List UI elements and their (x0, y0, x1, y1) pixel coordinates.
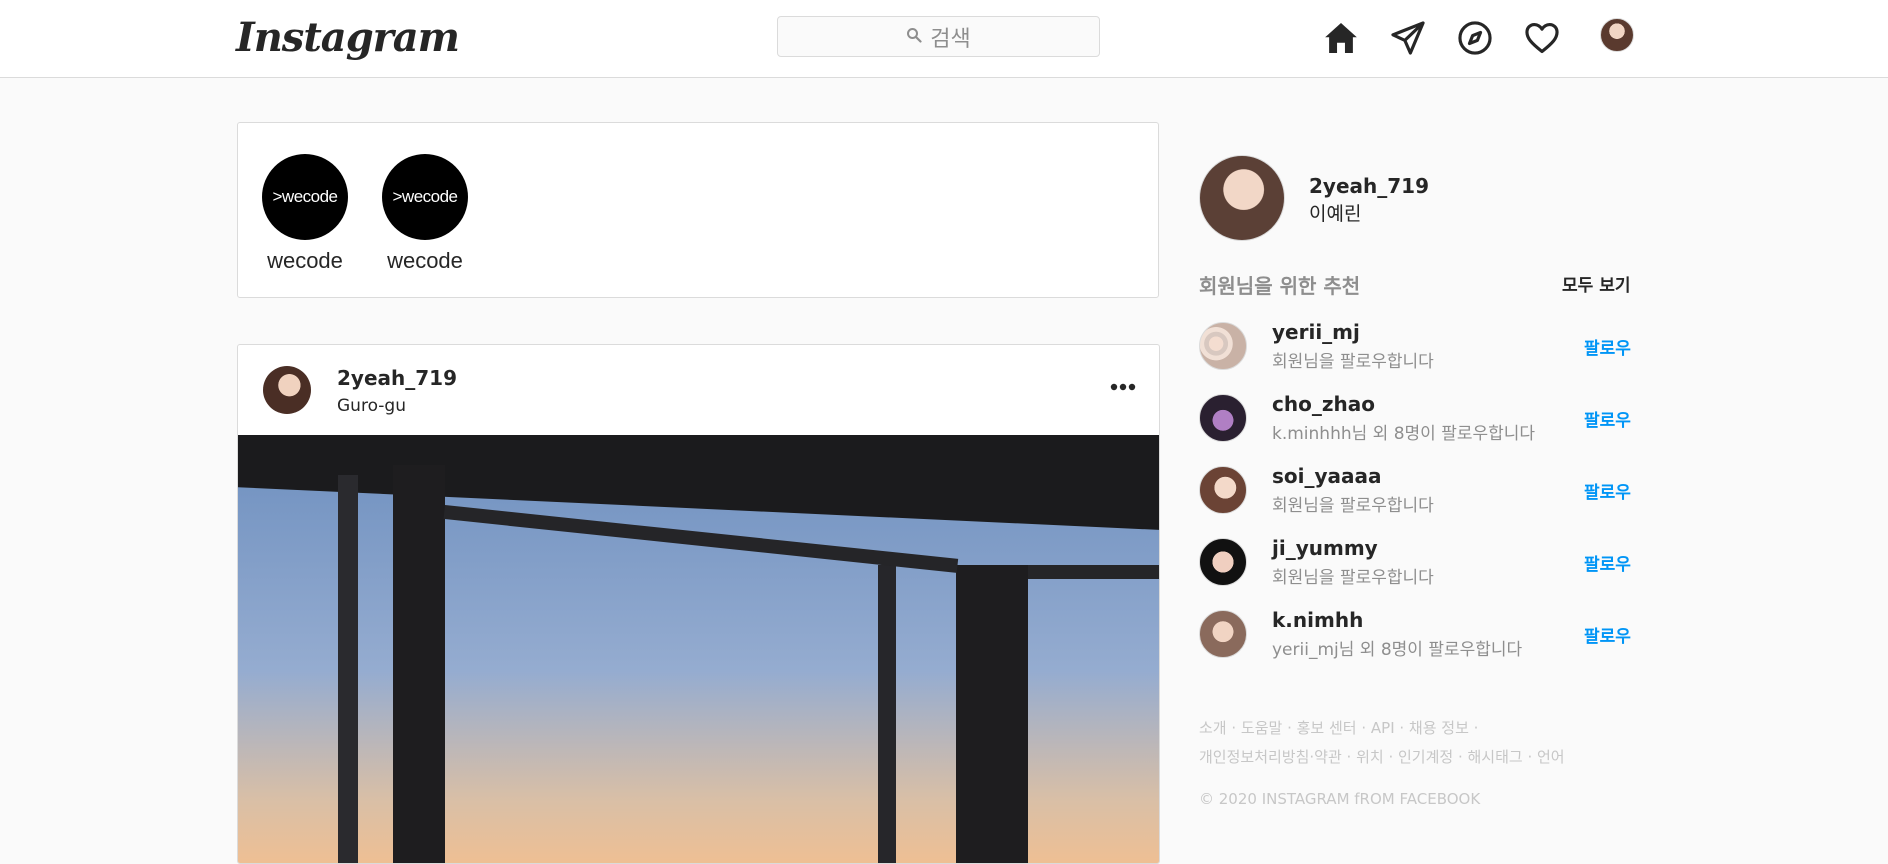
story-username: wecode (387, 248, 463, 273)
direct-message-icon[interactable] (1388, 18, 1428, 58)
search-input[interactable]: 검색 (777, 16, 1100, 57)
home-icon[interactable] (1321, 18, 1361, 58)
suggestion-avatar[interactable] (1199, 466, 1247, 514)
post-author-avatar[interactable] (263, 366, 311, 414)
current-user-username[interactable]: 2yeah_719 (1309, 174, 1429, 198)
footer-links-line1[interactable]: 소개 · 도움말 · 홍보 센터 · API · 채용 정보 · (1199, 714, 1639, 743)
suggestion-item: k.nimhh yerii_mj님 외 8명이 팔로우합니다 팔로우 (1199, 608, 1639, 662)
profile-avatar[interactable] (1600, 18, 1634, 52)
suggestion-subtitle: 회원님을 팔로우합니다 (1272, 568, 1434, 588)
footer-links-line2[interactable]: 개인정보처리방침·약관 · 위치 · 인기계정 · 해시태그 · 언어 (1199, 743, 1639, 772)
story-item[interactable]: >wecode wecode (262, 154, 348, 274)
follow-button[interactable]: 팔로우 (1584, 478, 1631, 503)
story-avatar: >wecode (382, 154, 468, 240)
post-header: 2yeah_719 Guro-gu (238, 345, 1159, 435)
see-all-link[interactable]: 모두 보기 (1562, 271, 1630, 296)
footer-links: 소개 · 도움말 · 홍보 센터 · API · 채용 정보 · 개인정보처리방… (1199, 714, 1639, 772)
stories-tray: >wecode wecode >wecode wecode (237, 122, 1159, 298)
suggestion-avatar[interactable] (1199, 322, 1247, 370)
more-options-icon[interactable] (1109, 381, 1137, 393)
story-item[interactable]: >wecode wecode (382, 154, 468, 274)
story-avatar: >wecode (262, 154, 348, 240)
follow-button[interactable]: 팔로우 (1584, 406, 1631, 431)
suggestion-username[interactable]: yerii_mj (1272, 320, 1360, 344)
suggestions-title: 회원님을 위한 추천 (1199, 274, 1361, 298)
suggestion-item: soi_yaaaa 회원님을 팔로우합니다 팔로우 (1199, 464, 1639, 518)
suggestion-avatar[interactable] (1199, 538, 1247, 586)
top-navigation-bar: Instagram 검색 (0, 0, 1888, 78)
heart-activity-icon[interactable] (1522, 18, 1562, 58)
post-image[interactable] (238, 435, 1159, 863)
post-author-username[interactable]: 2yeah_719 (337, 366, 457, 390)
search-placeholder: 검색 (930, 26, 971, 52)
suggestion-subtitle: 회원님을 팔로우합니다 (1272, 496, 1434, 516)
suggestion-avatar[interactable] (1199, 610, 1247, 658)
suggestion-item: cho_zhao k.minhhh님 외 8명이 팔로우합니다 팔로우 (1199, 392, 1639, 446)
suggestion-username[interactable]: cho_zhao (1272, 392, 1375, 416)
suggestion-item: ji_yummy 회원님을 팔로우합니다 팔로우 (1199, 536, 1639, 590)
follow-button[interactable]: 팔로우 (1584, 622, 1631, 647)
follow-button[interactable]: 팔로우 (1584, 334, 1631, 359)
current-user-fullname: 이예린 (1309, 203, 1362, 225)
suggestion-item: yerii_mj 회원님을 팔로우합니다 팔로우 (1199, 320, 1639, 374)
story-username: wecode (267, 248, 343, 273)
follow-button[interactable]: 팔로우 (1584, 550, 1631, 575)
suggestion-avatar[interactable] (1199, 394, 1247, 442)
suggestion-username[interactable]: ji_yummy (1272, 536, 1378, 560)
copyright: © 2020 INSTAGRAM fROM FACEBOOK (1199, 790, 1481, 808)
feed-post: 2yeah_719 Guro-gu (237, 344, 1160, 864)
suggestion-subtitle: k.minhhh님 외 8명이 팔로우합니다 (1272, 424, 1536, 444)
suggestion-username[interactable]: soi_yaaaa (1272, 464, 1382, 488)
suggestion-username[interactable]: k.nimhh (1272, 608, 1363, 632)
current-user-avatar[interactable] (1199, 155, 1285, 241)
suggestion-subtitle: 회원님을 팔로우합니다 (1272, 352, 1434, 372)
instagram-logo[interactable]: Instagram (236, 14, 460, 61)
post-location[interactable]: Guro-gu (337, 396, 406, 416)
suggestion-subtitle: yerii_mj님 외 8명이 팔로우합니다 (1272, 640, 1523, 660)
search-icon (906, 27, 922, 47)
explore-compass-icon[interactable] (1455, 18, 1495, 58)
